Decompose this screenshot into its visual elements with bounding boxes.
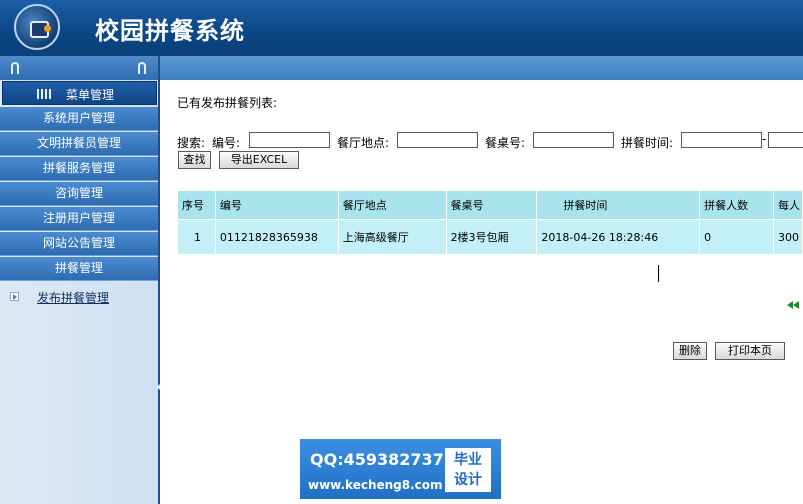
sidebar-item-system-users[interactable]: 系统用户管理: [0, 107, 158, 131]
sidebar-item-dining-management[interactable]: 拼餐管理: [0, 257, 158, 281]
sidebar-menu-header[interactable]: 菜单管理: [2, 81, 157, 105]
time-separator: -: [762, 132, 767, 146]
sidebar-item-civilized-staff[interactable]: 文明拼餐员管理: [0, 132, 158, 156]
sidebar-subitem-publish-dining[interactable]: 发布拼餐管理: [0, 287, 158, 309]
cell-count: 0: [699, 219, 774, 255]
cell-number: 01121828365938: [214, 219, 339, 255]
number-input[interactable]: [249, 132, 330, 148]
col-header-index: 序号: [177, 190, 216, 220]
first-page-icon[interactable]: [787, 301, 803, 309]
table-header-row: 序号 编号 餐厅地点 餐桌号 拼餐时间 拼餐人数 每人: [177, 190, 803, 220]
watermark-qq: QQ:459382737: [310, 450, 444, 469]
badge-line-1: 毕业: [454, 452, 482, 468]
menu-header-label: 菜单管理: [66, 88, 115, 102]
app-logo-icon: [14, 4, 60, 50]
cell-time: 2018-04-26 18:28:46: [536, 219, 701, 255]
sidebar-top-bar: [0, 56, 158, 80]
col-header-time: 拼餐时间: [536, 190, 701, 220]
app-title: 校园拼餐系统: [95, 16, 245, 45]
list-title: 已有发布拼餐列表:: [177, 96, 278, 110]
time-label: 拼餐时间:: [621, 136, 674, 150]
location-label: 餐厅地点:: [337, 136, 390, 150]
cell-location: 上海高级餐厅: [337, 219, 447, 255]
table-row[interactable]: 1 01121828365938 上海高级餐厅 2楼3号包厢 2018-04-2…: [177, 219, 803, 255]
table-number-input[interactable]: [533, 132, 614, 148]
sidebar-item-consulting[interactable]: 咨询管理: [0, 182, 158, 206]
number-label: 编号:: [212, 136, 241, 150]
sidebar: 菜单管理 系统用户管理 文明拼餐员管理 拼餐服务管理 咨询管理 注册用户管理 网…: [0, 56, 162, 504]
watermark-banner: QQ:459382737 www.kecheng8.com 毕业 设计: [300, 439, 501, 499]
delete-button[interactable]: 删除: [673, 342, 707, 360]
sidebar-item-announcements[interactable]: 网站公告管理: [0, 232, 158, 256]
time-start-input[interactable]: [681, 132, 762, 148]
hook-icon: [138, 62, 146, 74]
hook-icon: [11, 62, 19, 74]
subitem-label: 发布拼餐管理: [37, 291, 110, 305]
col-header-per-person: 每人: [772, 190, 803, 220]
sidebar-item-registered-users[interactable]: 注册用户管理: [0, 207, 158, 231]
arrow-right-icon: [10, 292, 19, 301]
sidebar-collapse-icon[interactable]: [157, 382, 162, 392]
dining-table: 序号 编号 餐厅地点 餐桌号 拼餐时间 拼餐人数 每人 1 0112182836…: [177, 190, 803, 255]
time-end-input[interactable]: [768, 132, 803, 148]
location-input[interactable]: [397, 132, 478, 148]
search-prefix: 搜索:: [177, 136, 206, 150]
mouse-cursor-icon: [658, 265, 668, 282]
sidebar-item-dining-service[interactable]: 拼餐服务管理: [0, 157, 158, 181]
cell-index: 1: [177, 219, 216, 255]
table-number-label: 餐桌号:: [485, 136, 526, 150]
watermark-url: www.kecheng8.com: [308, 478, 443, 492]
export-excel-button[interactable]: 导出EXCEL: [219, 151, 299, 169]
search-button[interactable]: 查找: [178, 151, 211, 169]
menu-grid-icon: [37, 89, 51, 99]
col-header-count: 拼餐人数: [699, 190, 774, 220]
badge-line-2: 设计: [454, 472, 482, 488]
cell-table: 2楼3号包厢: [445, 219, 538, 255]
app-header: 校园拼餐系统: [0, 0, 803, 56]
watermark-badge: 毕业 设计: [445, 448, 491, 492]
cell-per-person: 300: [772, 219, 803, 255]
col-header-number: 编号: [214, 190, 339, 220]
print-page-button[interactable]: 打印本页: [715, 342, 785, 360]
col-header-location: 餐厅地点: [337, 190, 447, 220]
col-header-table: 餐桌号: [445, 190, 538, 220]
